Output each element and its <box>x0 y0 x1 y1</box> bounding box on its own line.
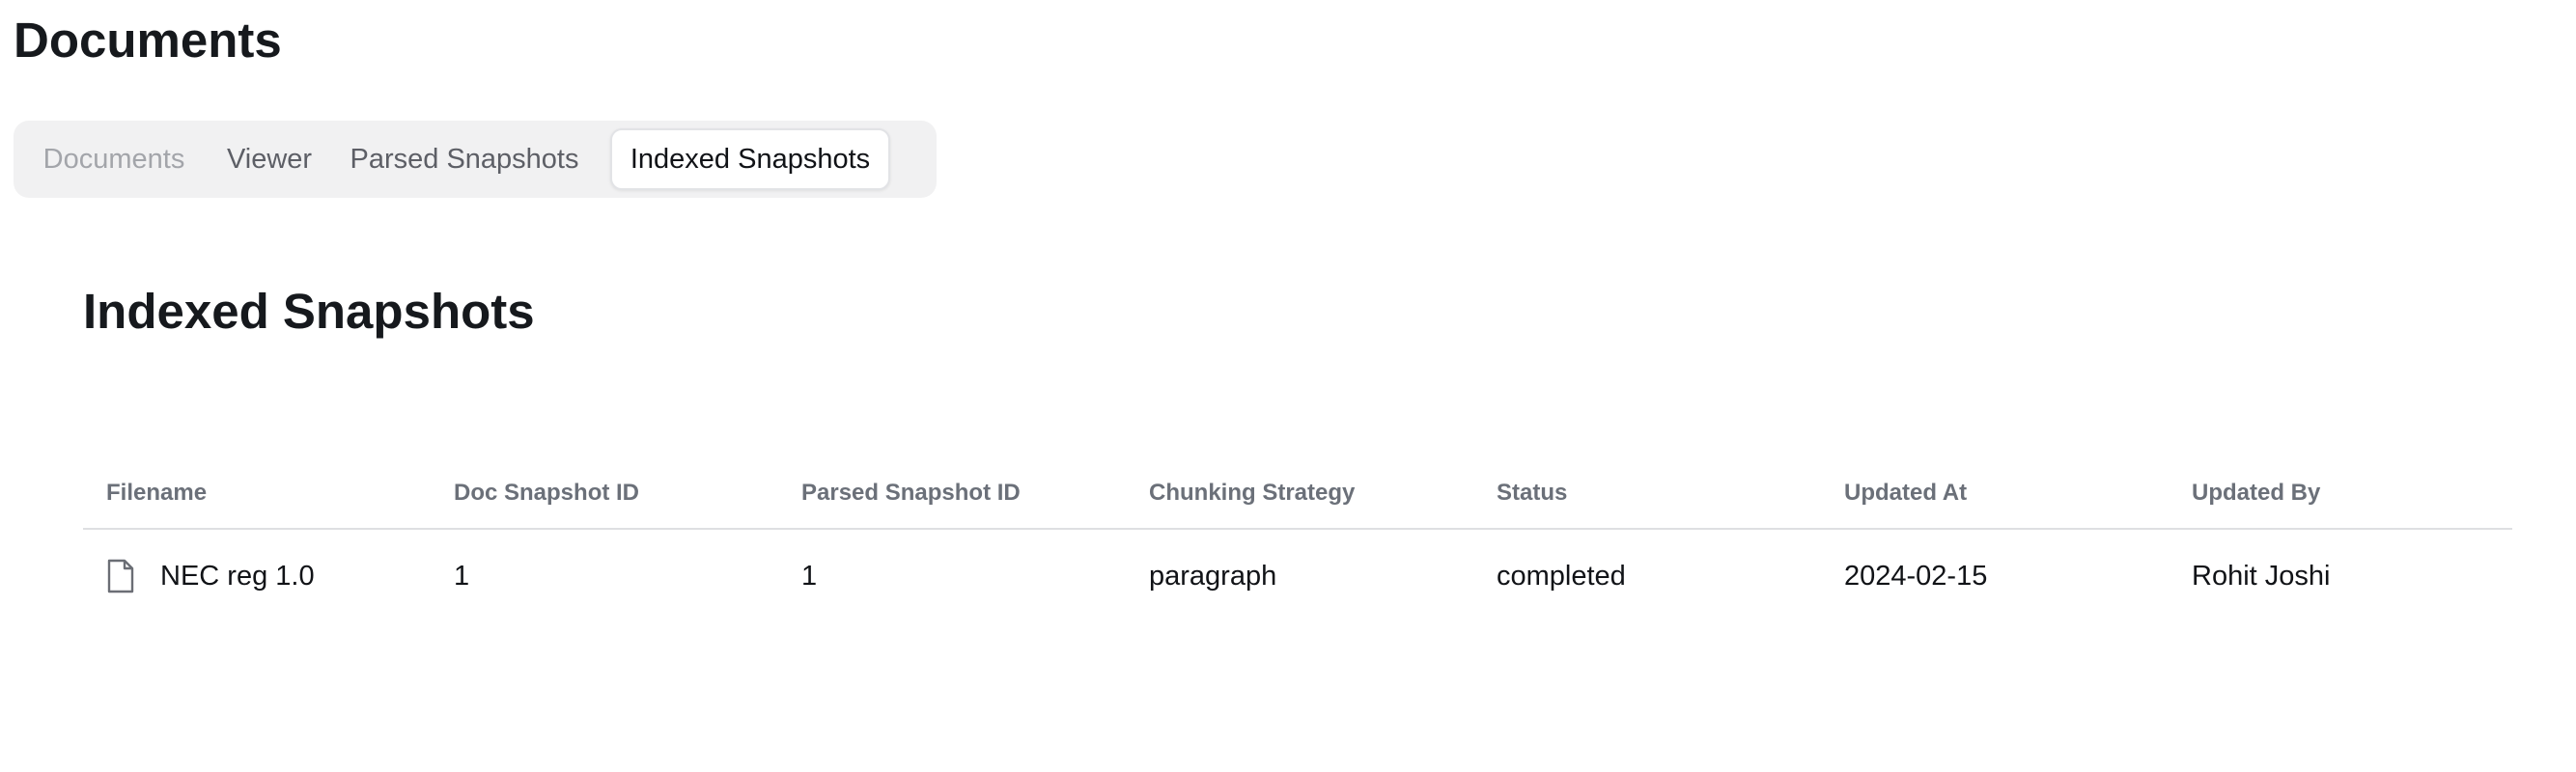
cell-updated-at: 2024-02-15 <box>1844 560 1988 592</box>
tab-indexed-snapshots[interactable]: Indexed Snapshots <box>610 128 890 190</box>
tab-viewer[interactable]: Viewer <box>212 128 326 190</box>
column-header-doc-snapshot-id[interactable]: Doc Snapshot ID <box>431 480 778 507</box>
tab-parsed-snapshots[interactable]: Parsed Snapshots <box>340 128 589 190</box>
column-header-parsed-snapshot-id[interactable]: Parsed Snapshot ID <box>778 480 1126 507</box>
column-header-updated-by[interactable]: Updated By <box>2169 480 2512 507</box>
cell-status: completed <box>1497 560 1626 592</box>
cell-doc-snapshot-id: 1 <box>454 560 470 592</box>
table-row[interactable]: NEC reg 1.0 1 1 paragraph completed 2024… <box>83 530 2512 622</box>
column-header-filename[interactable]: Filename <box>83 480 431 507</box>
column-header-chunking-strategy[interactable]: Chunking Strategy <box>1126 480 1473 507</box>
filename-text[interactable]: NEC reg 1.0 <box>160 561 315 593</box>
column-header-updated-at[interactable]: Updated At <box>1821 480 2169 507</box>
cell-chunking-strategy: paragraph <box>1149 560 1277 592</box>
cell-updated-by: Rohit Joshi <box>2192 560 2331 592</box>
tab-bar: Documents Viewer Parsed Snapshots Indexe… <box>14 121 937 198</box>
page-title: Documents <box>14 13 282 68</box>
tab-documents[interactable]: Documents <box>21 128 207 190</box>
column-header-status[interactable]: Status <box>1473 480 1821 507</box>
file-icon <box>106 559 135 593</box>
cell-parsed-snapshot-id: 1 <box>801 560 818 592</box>
indexed-snapshots-table: Filename Doc Snapshot ID Parsed Snapshot… <box>83 458 2512 622</box>
table-header: Filename Doc Snapshot ID Parsed Snapshot… <box>83 458 2512 530</box>
cell-filename[interactable]: NEC reg 1.0 <box>83 559 431 593</box>
section-title: Indexed Snapshots <box>83 284 535 339</box>
